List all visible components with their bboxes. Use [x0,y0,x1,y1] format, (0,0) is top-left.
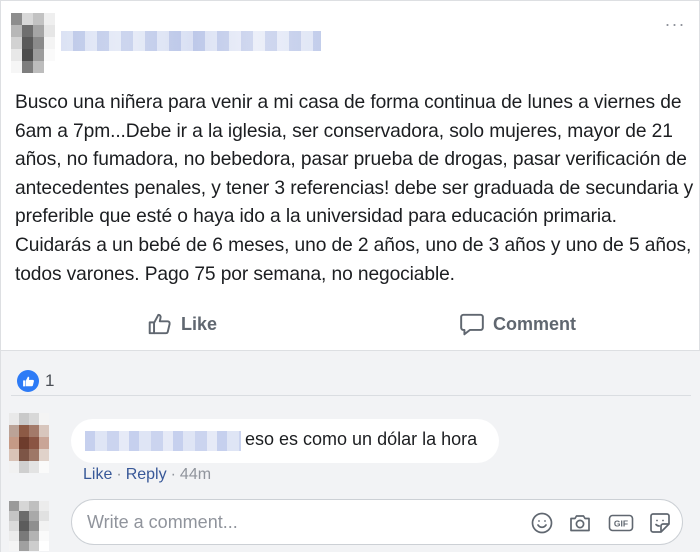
reaction-count: 1 [45,371,55,390]
thumbs-up-icon [147,311,173,337]
feedback-section: 1 eso es como un dólar la hora Like · Re… [1,350,700,552]
comment-reply-link[interactable]: Reply [126,466,167,484]
more-options-icon[interactable]: ··· [663,15,687,35]
facebook-post: ··· Busco una niñera para venir a mi cas… [0,0,700,552]
comment-text: eso es como un dólar la hora [245,429,478,449]
emoji-icon[interactable] [530,511,554,535]
comment-meta: Like · Reply · 44m [83,466,211,484]
commenter-avatar[interactable] [9,413,49,473]
post-header: ··· [1,1,700,81]
author-avatar[interactable] [11,13,55,73]
divider [11,395,691,396]
comment-input[interactable] [87,500,517,544]
comment-like-link[interactable]: Like [83,466,112,484]
sticker-icon[interactable] [648,511,672,535]
reactions-summary[interactable]: 1 [17,370,54,392]
like-button[interactable]: Like [147,301,217,347]
comment-composer: GIF [71,499,683,545]
post-body: Busco una niñera para venir a mi casa de… [15,92,694,285]
comment-timestamp[interactable]: 44m [180,466,211,484]
commenter-name-redacted[interactable] [85,431,241,451]
comment-button[interactable]: Comment [459,301,576,347]
current-user-avatar [9,501,49,551]
gif-icon[interactable]: GIF [608,511,634,535]
svg-text:GIF: GIF [614,519,628,529]
meta-separator: · [116,466,122,483]
like-reaction-icon [17,370,39,392]
comment-bubble: eso es como un dólar la hora [71,419,499,463]
comment-label: Comment [493,313,577,334]
post-actions: Like Comment [1,301,700,347]
speech-bubble-icon [459,311,485,337]
like-label: Like [181,313,218,334]
meta-separator: · [170,466,176,483]
camera-icon[interactable] [568,511,592,535]
